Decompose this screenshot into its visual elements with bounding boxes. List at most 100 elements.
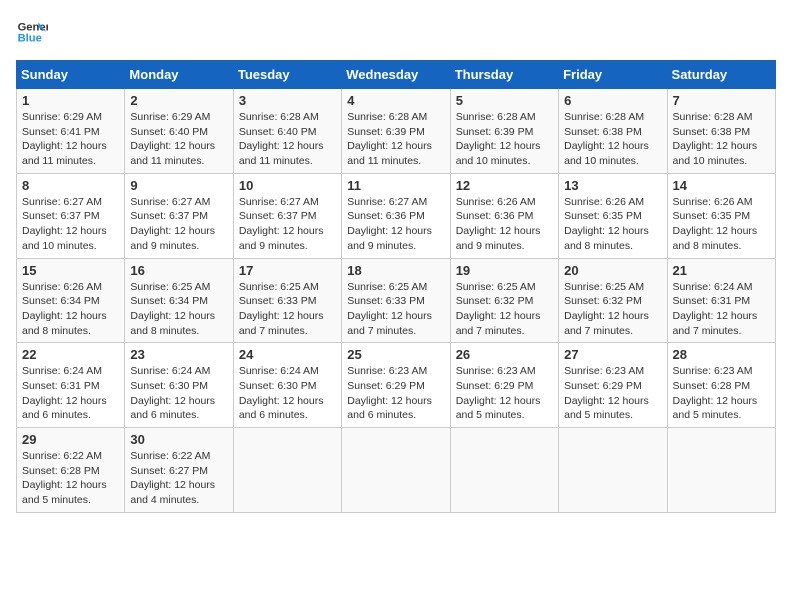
col-header-monday: Monday — [125, 61, 233, 89]
calendar-cell: 18 Sunrise: 6:25 AMSunset: 6:33 PMDaylig… — [342, 258, 450, 343]
day-info: Sunrise: 6:24 AMSunset: 6:31 PMDaylight:… — [22, 365, 107, 421]
col-header-friday: Friday — [559, 61, 667, 89]
calendar-cell: 16 Sunrise: 6:25 AMSunset: 6:34 PMDaylig… — [125, 258, 233, 343]
day-number: 10 — [239, 178, 336, 193]
day-number: 12 — [456, 178, 553, 193]
day-number: 29 — [22, 432, 119, 447]
day-info: Sunrise: 6:27 AMSunset: 6:36 PMDaylight:… — [347, 196, 432, 252]
logo-icon: General Blue — [16, 16, 48, 48]
day-info: Sunrise: 6:26 AMSunset: 6:36 PMDaylight:… — [456, 196, 541, 252]
svg-text:General: General — [18, 21, 48, 33]
calendar-week-2: 8 Sunrise: 6:27 AMSunset: 6:37 PMDayligh… — [17, 173, 776, 258]
day-number: 3 — [239, 93, 336, 108]
day-info: Sunrise: 6:25 AMSunset: 6:32 PMDaylight:… — [564, 281, 649, 337]
calendar-cell — [342, 428, 450, 513]
day-number: 25 — [347, 347, 444, 362]
day-info: Sunrise: 6:26 AMSunset: 6:34 PMDaylight:… — [22, 281, 107, 337]
day-info: Sunrise: 6:25 AMSunset: 6:32 PMDaylight:… — [456, 281, 541, 337]
day-number: 28 — [673, 347, 770, 362]
col-header-wednesday: Wednesday — [342, 61, 450, 89]
day-number: 8 — [22, 178, 119, 193]
header-row: SundayMondayTuesdayWednesdayThursdayFrid… — [17, 61, 776, 89]
day-number: 27 — [564, 347, 661, 362]
day-number: 19 — [456, 263, 553, 278]
day-number: 11 — [347, 178, 444, 193]
col-header-tuesday: Tuesday — [233, 61, 341, 89]
day-info: Sunrise: 6:23 AMSunset: 6:29 PMDaylight:… — [564, 365, 649, 421]
day-number: 15 — [22, 263, 119, 278]
day-number: 1 — [22, 93, 119, 108]
logo: General Blue — [16, 16, 48, 48]
calendar-cell — [667, 428, 775, 513]
day-info: Sunrise: 6:25 AMSunset: 6:34 PMDaylight:… — [130, 281, 215, 337]
day-number: 9 — [130, 178, 227, 193]
col-header-thursday: Thursday — [450, 61, 558, 89]
calendar-cell: 2 Sunrise: 6:29 AMSunset: 6:40 PMDayligh… — [125, 89, 233, 174]
day-number: 2 — [130, 93, 227, 108]
calendar-cell: 10 Sunrise: 6:27 AMSunset: 6:37 PMDaylig… — [233, 173, 341, 258]
calendar-cell: 29 Sunrise: 6:22 AMSunset: 6:28 PMDaylig… — [17, 428, 125, 513]
calendar-cell: 25 Sunrise: 6:23 AMSunset: 6:29 PMDaylig… — [342, 343, 450, 428]
day-number: 24 — [239, 347, 336, 362]
calendar-cell: 14 Sunrise: 6:26 AMSunset: 6:35 PMDaylig… — [667, 173, 775, 258]
calendar-cell: 21 Sunrise: 6:24 AMSunset: 6:31 PMDaylig… — [667, 258, 775, 343]
day-info: Sunrise: 6:22 AMSunset: 6:27 PMDaylight:… — [130, 450, 215, 506]
day-info: Sunrise: 6:22 AMSunset: 6:28 PMDaylight:… — [22, 450, 107, 506]
day-info: Sunrise: 6:28 AMSunset: 6:38 PMDaylight:… — [564, 111, 649, 167]
col-header-sunday: Sunday — [17, 61, 125, 89]
day-number: 18 — [347, 263, 444, 278]
calendar-cell: 27 Sunrise: 6:23 AMSunset: 6:29 PMDaylig… — [559, 343, 667, 428]
day-info: Sunrise: 6:23 AMSunset: 6:29 PMDaylight:… — [456, 365, 541, 421]
day-number: 14 — [673, 178, 770, 193]
svg-text:Blue: Blue — [18, 33, 42, 45]
calendar-week-3: 15 Sunrise: 6:26 AMSunset: 6:34 PMDaylig… — [17, 258, 776, 343]
day-number: 13 — [564, 178, 661, 193]
calendar-cell: 8 Sunrise: 6:27 AMSunset: 6:37 PMDayligh… — [17, 173, 125, 258]
day-number: 5 — [456, 93, 553, 108]
day-info: Sunrise: 6:27 AMSunset: 6:37 PMDaylight:… — [130, 196, 215, 252]
calendar-cell: 17 Sunrise: 6:25 AMSunset: 6:33 PMDaylig… — [233, 258, 341, 343]
calendar-cell: 5 Sunrise: 6:28 AMSunset: 6:39 PMDayligh… — [450, 89, 558, 174]
day-info: Sunrise: 6:23 AMSunset: 6:28 PMDaylight:… — [673, 365, 758, 421]
calendar-cell — [450, 428, 558, 513]
calendar-cell: 7 Sunrise: 6:28 AMSunset: 6:38 PMDayligh… — [667, 89, 775, 174]
day-info: Sunrise: 6:26 AMSunset: 6:35 PMDaylight:… — [673, 196, 758, 252]
day-number: 6 — [564, 93, 661, 108]
day-number: 26 — [456, 347, 553, 362]
day-info: Sunrise: 6:23 AMSunset: 6:29 PMDaylight:… — [347, 365, 432, 421]
day-info: Sunrise: 6:27 AMSunset: 6:37 PMDaylight:… — [22, 196, 107, 252]
day-info: Sunrise: 6:29 AMSunset: 6:41 PMDaylight:… — [22, 111, 107, 167]
calendar-week-4: 22 Sunrise: 6:24 AMSunset: 6:31 PMDaylig… — [17, 343, 776, 428]
calendar-cell: 19 Sunrise: 6:25 AMSunset: 6:32 PMDaylig… — [450, 258, 558, 343]
day-info: Sunrise: 6:29 AMSunset: 6:40 PMDaylight:… — [130, 111, 215, 167]
calendar-cell: 23 Sunrise: 6:24 AMSunset: 6:30 PMDaylig… — [125, 343, 233, 428]
day-number: 21 — [673, 263, 770, 278]
day-info: Sunrise: 6:25 AMSunset: 6:33 PMDaylight:… — [239, 281, 324, 337]
day-info: Sunrise: 6:24 AMSunset: 6:31 PMDaylight:… — [673, 281, 758, 337]
day-number: 16 — [130, 263, 227, 278]
day-info: Sunrise: 6:28 AMSunset: 6:40 PMDaylight:… — [239, 111, 324, 167]
day-number: 7 — [673, 93, 770, 108]
day-info: Sunrise: 6:27 AMSunset: 6:37 PMDaylight:… — [239, 196, 324, 252]
col-header-saturday: Saturday — [667, 61, 775, 89]
calendar-table: SundayMondayTuesdayWednesdayThursdayFrid… — [16, 60, 776, 513]
calendar-cell: 6 Sunrise: 6:28 AMSunset: 6:38 PMDayligh… — [559, 89, 667, 174]
calendar-cell: 12 Sunrise: 6:26 AMSunset: 6:36 PMDaylig… — [450, 173, 558, 258]
calendar-cell: 26 Sunrise: 6:23 AMSunset: 6:29 PMDaylig… — [450, 343, 558, 428]
day-info: Sunrise: 6:25 AMSunset: 6:33 PMDaylight:… — [347, 281, 432, 337]
calendar-cell: 1 Sunrise: 6:29 AMSunset: 6:41 PMDayligh… — [17, 89, 125, 174]
day-number: 20 — [564, 263, 661, 278]
day-info: Sunrise: 6:24 AMSunset: 6:30 PMDaylight:… — [130, 365, 215, 421]
calendar-cell: 30 Sunrise: 6:22 AMSunset: 6:27 PMDaylig… — [125, 428, 233, 513]
calendar-cell: 13 Sunrise: 6:26 AMSunset: 6:35 PMDaylig… — [559, 173, 667, 258]
day-number: 30 — [130, 432, 227, 447]
calendar-cell: 3 Sunrise: 6:28 AMSunset: 6:40 PMDayligh… — [233, 89, 341, 174]
day-number: 4 — [347, 93, 444, 108]
day-number: 23 — [130, 347, 227, 362]
calendar-cell: 28 Sunrise: 6:23 AMSunset: 6:28 PMDaylig… — [667, 343, 775, 428]
day-info: Sunrise: 6:28 AMSunset: 6:39 PMDaylight:… — [456, 111, 541, 167]
day-info: Sunrise: 6:28 AMSunset: 6:39 PMDaylight:… — [347, 111, 432, 167]
day-info: Sunrise: 6:26 AMSunset: 6:35 PMDaylight:… — [564, 196, 649, 252]
day-number: 17 — [239, 263, 336, 278]
calendar-cell: 24 Sunrise: 6:24 AMSunset: 6:30 PMDaylig… — [233, 343, 341, 428]
